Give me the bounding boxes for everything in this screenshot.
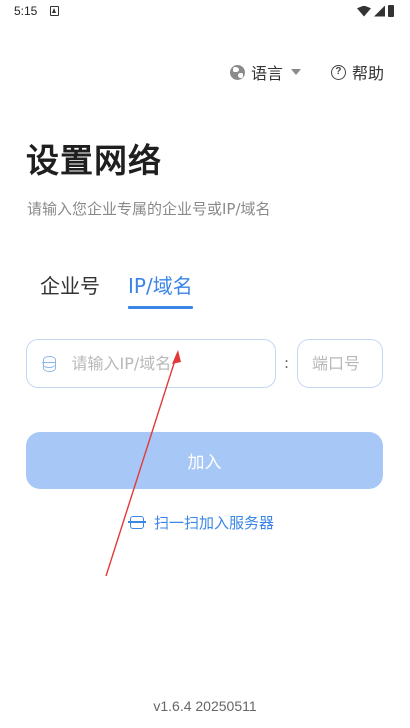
a-icon — [50, 6, 59, 16]
help-button[interactable]: ? 帮助 — [330, 60, 384, 84]
status-bar: 5:15 — [0, 0, 410, 24]
scan-join-label: 扫一扫加入服务器 — [154, 514, 275, 532]
status-time: 5:15 — [14, 4, 38, 18]
port-separator: : — [284, 354, 290, 372]
help-label: 帮助 — [351, 64, 384, 83]
port-field[interactable] — [297, 339, 383, 388]
port-input[interactable] — [312, 354, 382, 373]
tab-enterprise-id[interactable]: 企业号 — [40, 270, 100, 309]
page-subtitle: 请输入您企业专属的企业号或IP/域名 — [27, 200, 271, 218]
host-input[interactable] — [71, 354, 275, 373]
globe-icon — [229, 64, 245, 80]
page-title: 设置网络 — [26, 141, 162, 180]
help-icon: ? — [330, 64, 346, 80]
status-indicators — [357, 5, 394, 17]
database-icon — [42, 355, 56, 372]
tab-bar: 企业号 IP/域名 — [40, 270, 193, 309]
tab-ip-domain[interactable]: IP/域名 — [128, 270, 193, 309]
battery-icon — [388, 5, 394, 17]
language-label: 语言 — [250, 64, 283, 83]
scan-join-link[interactable]: 扫一扫加入服务器 — [128, 512, 275, 533]
scan-icon — [128, 516, 146, 529]
chevron-down-icon — [290, 69, 301, 75]
join-button[interactable]: 加入 — [26, 432, 383, 489]
top-actions: 语言 ? 帮助 — [229, 60, 384, 84]
version-label: v1.6.4 20250511 — [153, 698, 257, 714]
wifi-icon — [357, 5, 371, 17]
signal-icon — [374, 5, 385, 17]
host-field[interactable] — [26, 339, 276, 388]
language-selector[interactable]: 语言 — [229, 60, 301, 84]
